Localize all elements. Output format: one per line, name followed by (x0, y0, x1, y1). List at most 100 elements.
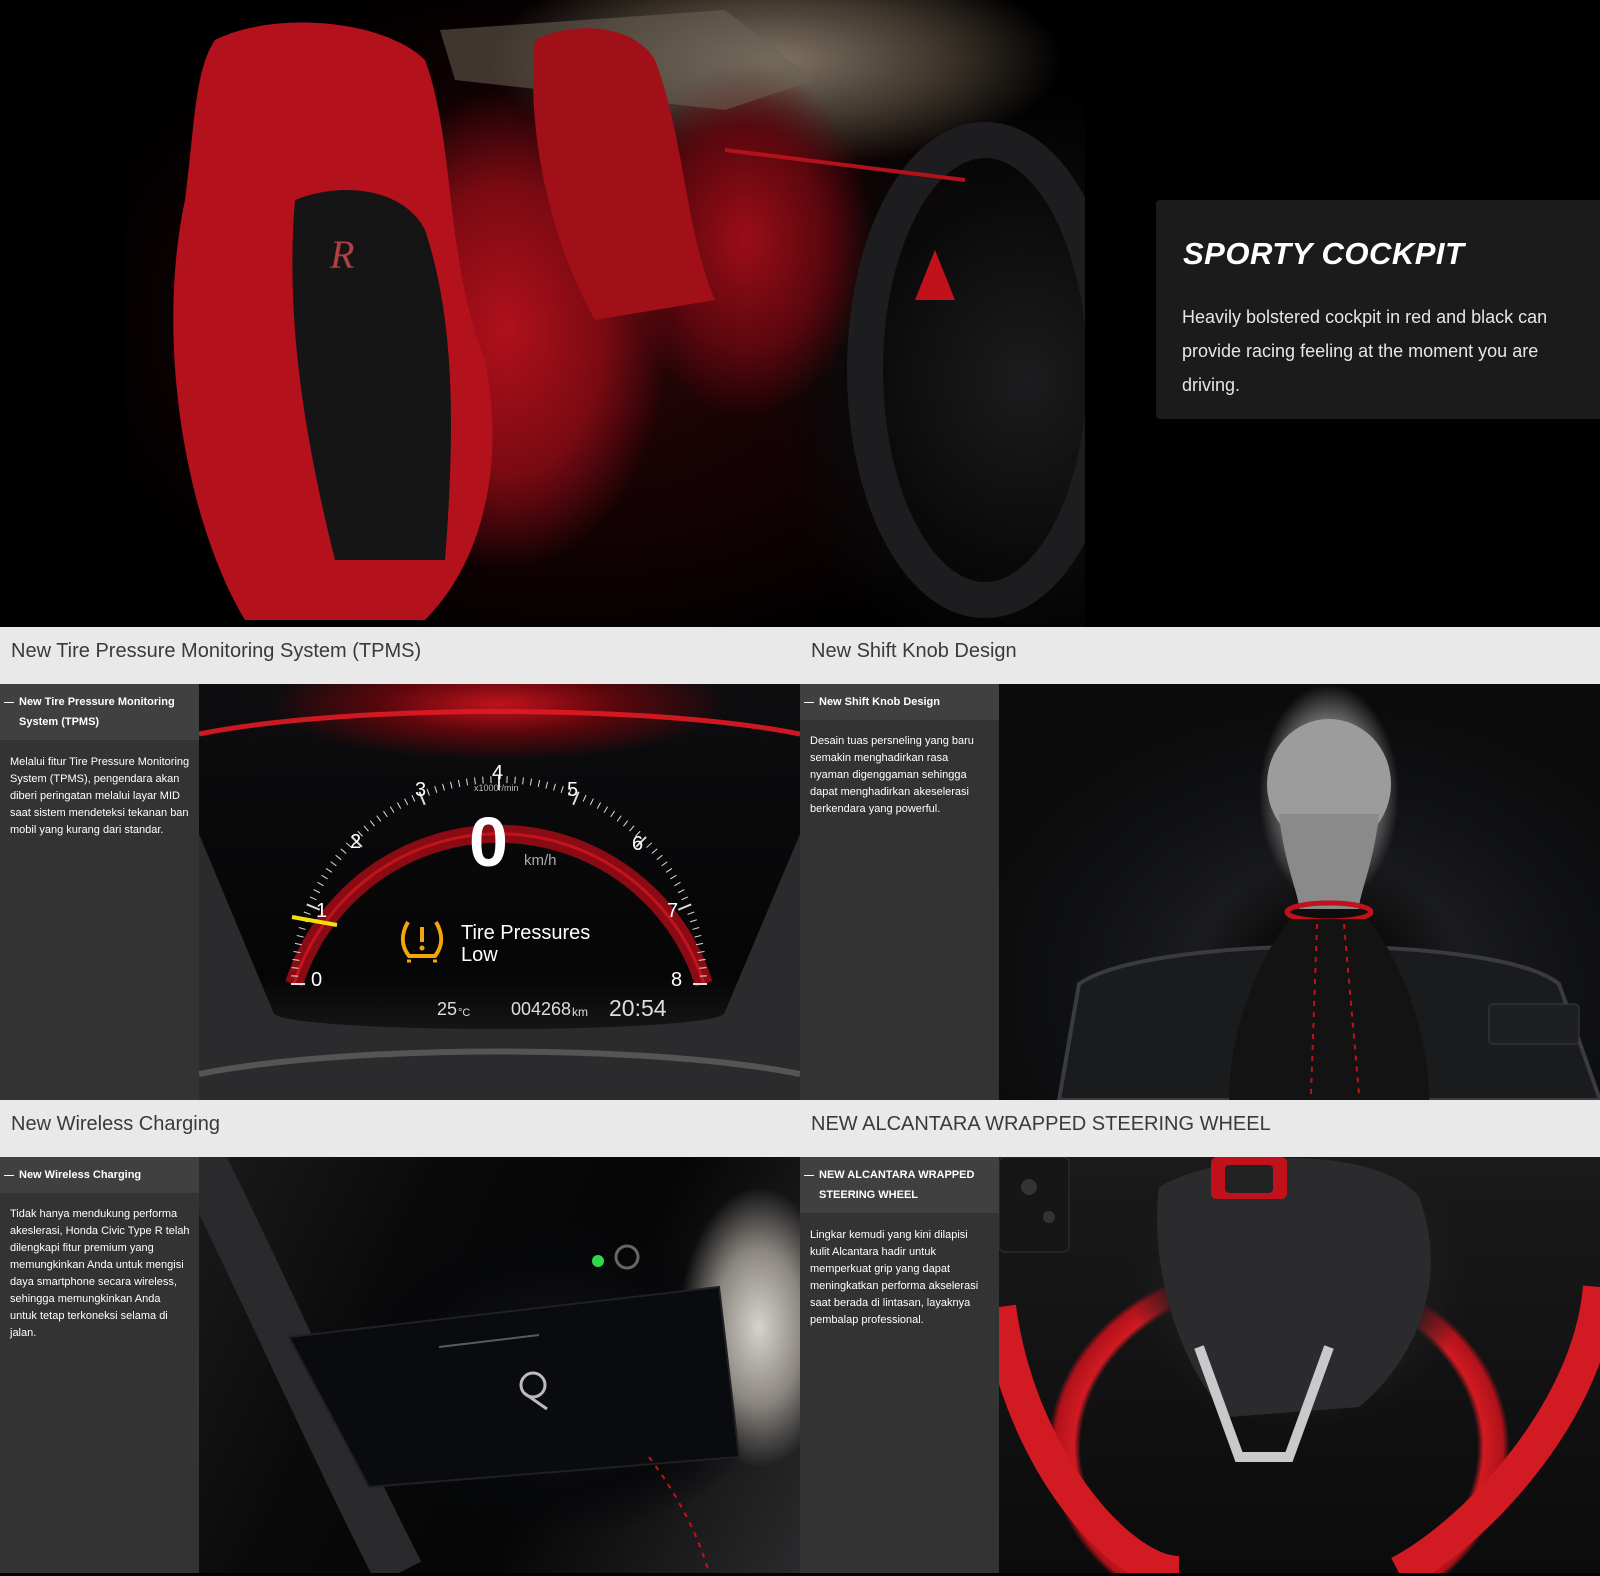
feature-description: Lingkar kemudi yang kini dilapisi kulit … (810, 1229, 979, 1326)
rpm-mark-0: 0 (311, 969, 322, 991)
tachometer-tick (449, 781, 453, 789)
tachometer-tick (296, 934, 304, 938)
rpm-mark-7: 7 (667, 900, 678, 922)
feature-steering-wheel: NEW ALCANTARA WRAPPED STEERING WHEEL NEW… (800, 1100, 1600, 1573)
wireless-charging-photo (199, 1157, 800, 1573)
tachometer-tick (610, 810, 615, 818)
feature-header: New Wireless Charging (0, 1100, 800, 1157)
tachometer-tick (545, 781, 549, 789)
tachometer-tick (426, 788, 430, 796)
tachometer-tick (589, 798, 594, 806)
tachometer-tick (330, 861, 337, 867)
feature-tab-label: New Shift Knob Design (819, 696, 940, 708)
hero-title: SPORTY COCKPIT (1183, 236, 1465, 271)
odometer-value: 004268 (511, 999, 571, 1019)
feature-title: New Wireless Charging (11, 1113, 220, 1135)
feature-tab-tpms[interactable]: New Tire Pressure Monitoring System (TPM… (0, 684, 199, 740)
feature-tpms: New Tire Pressure Monitoring System (TPM… (0, 627, 800, 1100)
feature-header: NEW ALCANTARA WRAPPED STEERING WHEEL (800, 1100, 1600, 1157)
dash-icon (804, 1175, 814, 1176)
tachometer-tick (699, 967, 707, 969)
tachometer-tick (651, 848, 658, 854)
rpm-unit: x1000r/min (474, 783, 519, 793)
tachometer-tick (369, 820, 375, 827)
feature-title: New Shift Knob Design (811, 640, 1017, 662)
tachometer-tick (529, 778, 533, 786)
feature-shift-knob: New Shift Knob Design New Shift Knob Des… (800, 627, 1600, 1100)
tachometer-tick (582, 794, 587, 802)
tachometer-tick (522, 777, 524, 785)
tachometer-tick (434, 786, 438, 793)
feature-sidebar: New Shift Knob Design Desain tuas persne… (800, 684, 999, 1100)
tachometer-tick (442, 783, 445, 791)
tachometer-tick (465, 778, 469, 786)
tachometer-tick (321, 874, 328, 880)
tachometer-tick (389, 806, 395, 813)
tachometer-tick (603, 806, 609, 813)
tachometer-tick (646, 842, 653, 848)
speed-value: 0 (469, 803, 508, 881)
feature-tab-wireless-charging[interactable]: New Wireless Charging (0, 1157, 199, 1193)
tachometer-tick (303, 911, 311, 915)
tachometer-tick (677, 889, 685, 894)
feature-sidebar: NEW ALCANTARA WRAPPED STEERING WHEEL Lin… (800, 1157, 999, 1573)
feature-description: Tidak hanya mendukung performa akesleras… (10, 1208, 190, 1339)
tachometer-tick (616, 815, 622, 822)
feature-tab-label: New Wireless Charging (19, 1169, 142, 1181)
tachometer-tick (553, 783, 556, 791)
temperature-unit: °C (458, 1007, 470, 1019)
dash-icon (4, 1175, 14, 1176)
wireless-charging-illustration (199, 1157, 741, 1573)
tachometer-tick (596, 802, 602, 809)
feature-description: Melalui fitur Tire Pressure Monitoring S… (10, 756, 190, 836)
tachometer-tick (340, 848, 347, 854)
tachometer-tick (661, 861, 668, 867)
odometer-unit: km (572, 1005, 588, 1019)
warning-line1: Tire Pressures (461, 922, 590, 944)
feature-sidebar: New Wireless Charging Tidak hanya menduk… (0, 1157, 199, 1573)
feature-tab-shift-knob[interactable]: New Shift Knob Design (800, 684, 999, 720)
dash-icon (804, 702, 814, 703)
tachometer-tick (404, 798, 409, 806)
feature-tab-steering-wheel[interactable]: NEW ALCANTARA WRAPPED STEERING WHEEL (800, 1157, 999, 1213)
feature-header: New Tire Pressure Monitoring System (TPM… (0, 627, 800, 684)
charging-indicator-icon (592, 1255, 604, 1267)
tachometer-tick (313, 889, 321, 894)
tachometer-tick (317, 881, 324, 887)
tachometer-tick (687, 911, 695, 915)
rpm-mark-8: 8 (671, 969, 682, 991)
tachometer-tick (291, 967, 299, 969)
tachometer-tick (656, 854, 663, 860)
tachometer-tick (376, 815, 382, 822)
rpm-mark-6: 6 (632, 833, 643, 855)
shift-knob-illustration (1056, 719, 1600, 1100)
tachometer-tick (681, 896, 689, 901)
tachometer-tick (396, 802, 402, 809)
hero-section: R SPORTY COCKPIT Heavily bolstered cockp… (0, 0, 1600, 627)
clock-value: 20:54 (609, 995, 667, 1021)
steering-wheel-illustration (999, 1157, 1600, 1573)
temperature-value: 25 (437, 999, 457, 1019)
feature-title: New Tire Pressure Monitoring System (TPM… (11, 640, 422, 662)
tachometer-tick (696, 942, 704, 946)
rpm-mark-2: 2 (350, 831, 361, 853)
shift-knob-photo (999, 684, 1600, 1100)
tachometer-tick (677, 903, 692, 911)
speed-unit: km/h (524, 852, 557, 869)
cockpit-photo: R (125, 0, 1085, 627)
warning-line2: Low (461, 944, 498, 966)
tachometer-tick (670, 874, 677, 880)
tachometer-tick (298, 927, 306, 930)
tachometer-tick (629, 825, 635, 832)
feature-description: Desain tuas persneling yang baru semakin… (810, 735, 974, 815)
rpm-mark-4: 4 (492, 762, 503, 784)
tachometer-tick (457, 779, 461, 787)
feature-tab-label: New Tire Pressure Monitoring System (TPM… (19, 696, 175, 728)
tachometer-tick (665, 868, 673, 873)
rpm-mark-3: 3 (415, 779, 426, 801)
rpm-mark-5: 5 (567, 779, 578, 801)
tachometer-tick (383, 810, 388, 818)
feature-wireless-charging: New Wireless Charging New Wireless Charg… (0, 1100, 800, 1573)
feature-tab-label: NEW ALCANTARA WRAPPED STEERING WHEEL (819, 1169, 975, 1201)
dash-icon (4, 702, 14, 703)
